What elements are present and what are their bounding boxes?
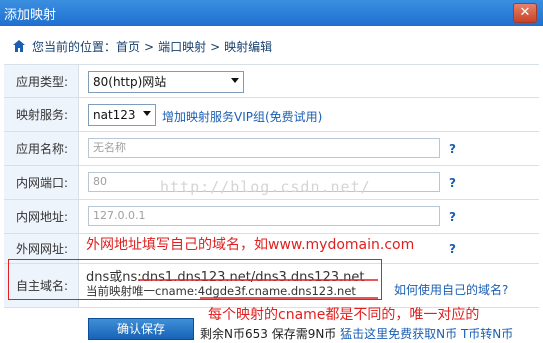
help-icon[interactable]: ? [449,242,456,256]
service-value: nat123 [93,108,136,122]
home-icon [13,40,25,52]
breadcrumb-mapping-edit: 映射编辑 [224,40,273,54]
app-type-label: 应用类型: [4,65,79,97]
row-app-type: 应用类型: 80(http)网站 [4,65,539,98]
port-label: 内网端口: [4,166,79,199]
internal-address-label: 内网地址: [4,200,79,233]
underline-marks [138,279,378,299]
breadcrumb-home[interactable]: 首页 [116,40,140,54]
add-vip-link[interactable]: 增加映射服务VIP组(免费试用) [162,108,322,125]
close-button[interactable]: ✕ [513,3,537,23]
breadcrumb-separator: > [144,40,155,54]
external-address-hint: 外网地址填写自己的域名，如www.mydomain.com [86,237,415,253]
app-type-select[interactable]: 80(http)网站 [88,71,244,93]
breadcrumb-separator: > [210,40,221,54]
window-title: 添加映射 [4,8,57,23]
row-app-name: 应用名称: 无名称 ? [4,132,539,166]
app-name-label: 应用名称: [4,132,79,165]
help-icon[interactable]: ? [449,210,456,224]
earn-coins-link[interactable]: 猛击这里免费获取N币 [340,327,457,341]
use-own-domain-link[interactable]: 如何使用自己的域名? [394,281,508,298]
help-icon[interactable]: ? [449,176,456,190]
footer-info: 剩余N币653 保存需9N币 猛击这里免费获取N币 T币转N币 [200,325,513,342]
internal-address-input[interactable]: 127.0.0.1 [88,206,440,226]
row-service: 映射服务: nat123 增加映射服务VIP组(免费试用) [4,98,539,132]
close-icon: ✕ [519,5,531,20]
balance-text: 剩余N币653 保存需9N币 [200,327,337,341]
breadcrumb-port-mapping[interactable]: 端口映射 [158,40,206,54]
service-select[interactable]: nat123 [88,104,156,126]
save-button[interactable]: 确认保存 [88,318,194,340]
help-icon[interactable]: ? [449,142,456,156]
breadcrumb-prefix: 您当前的位置： [32,40,117,54]
title-bar: 添加映射 ✕ [0,0,543,26]
chevron-down-icon [231,78,239,83]
chevron-down-icon [143,111,151,116]
breadcrumb: 您当前的位置：首页 > 端口映射 > 映射编辑 [0,30,543,60]
service-label: 映射服务: [4,98,79,131]
watermark: http://blog.csdn.net/ [160,178,371,196]
cname-hint: 每个映射的cname都是不同的，唯一对应的 [208,307,480,323]
row-internal-address: 内网地址: 127.0.0.1 ? [4,200,539,234]
app-type-value: 80(http)网站 [93,75,167,89]
app-name-input[interactable]: 无名称 [88,138,440,158]
transfer-coins-link[interactable]: T币转N币 [461,327,513,341]
